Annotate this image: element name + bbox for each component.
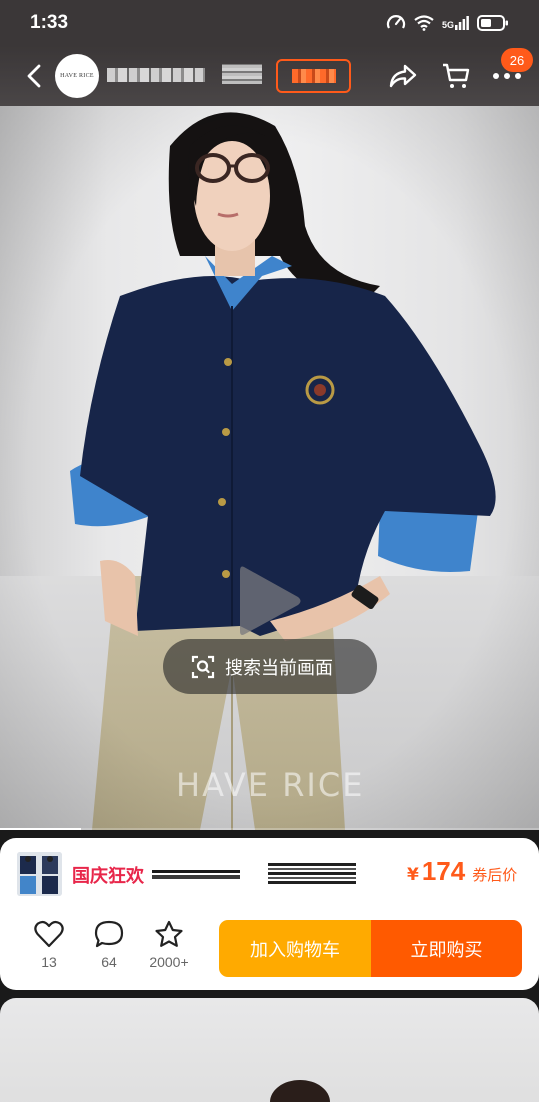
search-current-frame-button[interactable]: 搜索当前画面 <box>163 639 377 694</box>
comment-button[interactable]: 64 <box>79 920 139 970</box>
follow-label-redacted <box>291 69 336 83</box>
price-note: 券后价 <box>472 866 518 884</box>
status-icons: 5G <box>386 14 509 32</box>
price: ¥ 174 券后价 <box>407 856 517 887</box>
cart-icon <box>443 63 470 88</box>
purchase-card: 国庆狂欢 ¥ 174 券后价 13 64 2000+ 加入购物车 立即购买 <box>0 838 539 990</box>
price-currency: ¥ <box>407 865 419 885</box>
video-progress-fill <box>0 828 81 830</box>
comment-count: 64 <box>101 954 117 970</box>
play-button[interactable] <box>234 558 306 644</box>
shop-name-redacted[interactable] <box>107 68 205 82</box>
brand-watermark: HAVE RICE <box>176 766 365 804</box>
heart-icon <box>34 920 64 948</box>
like-button[interactable]: 13 <box>19 920 79 970</box>
more-icon <box>493 73 521 79</box>
shop-logo-text: HAVE RICE <box>60 73 94 79</box>
product-thumbnail[interactable] <box>17 852 62 896</box>
cart-button[interactable] <box>441 62 471 90</box>
next-video-preview[interactable] <box>0 998 539 1102</box>
data-saver-icon <box>386 15 406 29</box>
comment-icon <box>94 920 124 948</box>
promo-title: 国庆狂欢 <box>72 866 144 887</box>
add-to-cart-button[interactable]: 加入购物车 <box>219 920 371 977</box>
share-button[interactable] <box>388 62 418 90</box>
favorite-button[interactable]: 2000+ <box>139 920 199 970</box>
shop-meta-redacted <box>222 64 262 84</box>
back-button[interactable] <box>22 62 46 90</box>
wifi-icon <box>414 15 434 31</box>
battery-icon <box>477 15 508 31</box>
shop-avatar[interactable]: HAVE RICE <box>55 54 99 98</box>
next-video-thumbnail <box>270 1080 330 1102</box>
notification-badge: 26 <box>501 48 533 72</box>
signal-icon: 5G <box>442 16 469 30</box>
network-type: 5G <box>441 20 454 30</box>
play-icon <box>240 566 301 635</box>
product-title-redacted <box>152 866 240 882</box>
share-icon <box>389 64 417 88</box>
product-photo <box>0 106 539 830</box>
star-icon <box>155 920 183 947</box>
product-subtitle-redacted <box>268 862 356 884</box>
top-nav: HAVE RICE 26 <box>0 46 539 106</box>
back-icon <box>27 64 41 88</box>
price-value: 174 <box>421 856 466 886</box>
favorite-count: 2000+ <box>149 954 189 970</box>
product-video[interactable]: 搜索当前画面 HAVE RICE <box>0 106 539 830</box>
buy-now-button[interactable]: 立即购买 <box>371 920 522 977</box>
video-progress-bar[interactable] <box>0 828 539 830</box>
search-current-frame-label: 搜索当前画面 <box>225 657 333 679</box>
follow-button[interactable] <box>276 59 351 93</box>
scan-search-icon <box>191 655 215 678</box>
like-count: 13 <box>41 954 57 970</box>
status-bar: 1:33 5G <box>0 0 539 46</box>
status-time: 1:33 <box>30 12 69 33</box>
